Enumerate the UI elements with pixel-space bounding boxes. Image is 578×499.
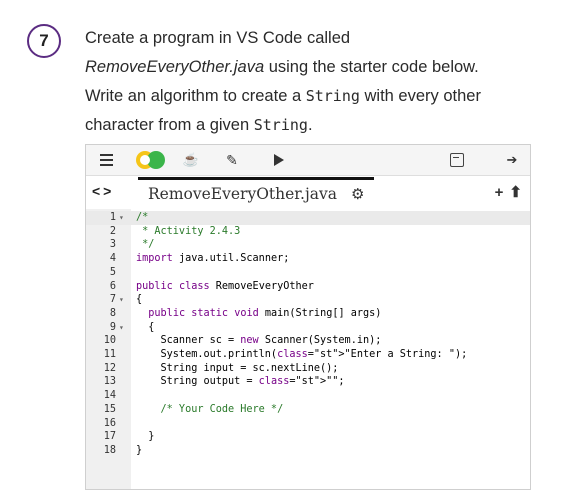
line-number: 9 — [109, 321, 116, 333]
code-text: import java.util.Scanner; — [136, 253, 290, 265]
line-number: 18 — [103, 444, 116, 456]
line-number: 2 — [109, 225, 116, 237]
code-line[interactable]: 2 * Activity 2.4.3 — [86, 225, 530, 239]
save-icon[interactable] — [448, 145, 466, 175]
instruction-line-1: Create a program in VS Code called — [85, 24, 555, 53]
code-line[interactable]: 11 System.out.println(class="st">"Enter … — [86, 348, 530, 362]
code-text: /* Your Code Here */ — [136, 403, 284, 415]
code-line[interactable]: 10 Scanner sc = new Scanner(System.in); — [86, 334, 530, 348]
instruction-text: with every other — [359, 87, 481, 105]
code-text: * Activity 2.4.3 — [136, 225, 241, 237]
code-line[interactable]: 12 String input = sc.nextLine(); — [86, 362, 530, 376]
line-number: 12 — [103, 362, 116, 374]
add-file-icon[interactable]: + — [495, 184, 504, 201]
line-number: 7 — [109, 294, 116, 306]
code-text: /* — [136, 212, 149, 223]
code-line[interactable]: 18} — [86, 444, 530, 458]
code-line[interactable]: 6 public class RemoveEveryOther — [86, 280, 530, 294]
line-number: 16 — [103, 417, 116, 429]
code-text: } — [136, 431, 155, 443]
java-icon[interactable]: ☕ — [183, 145, 199, 175]
code-line[interactable]: 14 — [86, 389, 530, 403]
code-line[interactable]: 8 public static void main(String[] args) — [86, 307, 530, 321]
fold-arrow-icon[interactable]: ▾ — [119, 211, 124, 225]
instruction-text: Write an algorithm to create a — [85, 87, 306, 105]
fold-arrow-icon[interactable]: ▾ — [119, 293, 124, 307]
code-term: String — [253, 116, 308, 134]
pencil-icon[interactable]: ✎ — [224, 145, 240, 175]
instruction-line-4: character from a given String. — [85, 111, 555, 140]
code-text: String output = class="st">""; — [136, 376, 345, 388]
code-text: Scanner sc = new Scanner(System.in); — [136, 335, 382, 347]
code-text: System.out.println(class="st">"Enter a S… — [136, 349, 468, 360]
code-line[interactable]: 16 — [86, 417, 530, 431]
fold-arrow-icon[interactable]: ▾ — [119, 321, 124, 335]
code-editor-widget: ☕ ✎ ➔ <> RemoveEveryOther.java ⚙ + ⬆ 1 ▾/*… — [85, 144, 531, 490]
code-line[interactable]: 17 } — [86, 430, 530, 444]
code-line[interactable]: 7 ▾ { — [86, 293, 530, 307]
code-text: */ — [136, 239, 155, 251]
line-number: 4 — [109, 253, 116, 265]
line-number: 8 — [109, 307, 116, 319]
upload-icon[interactable]: ⬆ — [509, 184, 522, 201]
code-line[interactable]: 3 */ — [86, 238, 530, 252]
editor-toolbar: ☕ ✎ ➔ — [86, 145, 530, 176]
file-name-text: RemoveEveryOther.java — [85, 58, 265, 76]
sign-in-icon[interactable]: ➔ — [503, 145, 521, 175]
gear-icon[interactable]: ⚙ — [351, 185, 364, 203]
instruction-text: using the starter code below. — [264, 58, 479, 76]
code-text: } — [136, 444, 143, 456]
file-tab-bar: <> RemoveEveryOther.java ⚙ + ⬆ — [86, 175, 530, 209]
line-number: 5 — [109, 266, 116, 278]
line-number: 14 — [103, 390, 116, 402]
code-line[interactable]: 1 ▾ /* — [86, 211, 530, 225]
code-line[interactable]: 15 /* Your Code Here */ — [86, 403, 530, 417]
step-number-badge: 7 — [27, 24, 61, 58]
instruction-text: Create a program in VS Code called — [85, 29, 351, 47]
tab-actions: + ⬆ — [489, 183, 522, 201]
code-nav-icon[interactable]: <> — [92, 183, 114, 199]
repl-logo-icon[interactable] — [136, 145, 170, 175]
line-number: 3 — [109, 239, 116, 251]
code-text: String input = sc.nextLine(); — [136, 362, 339, 374]
code-line[interactable]: 9 ▾ { — [86, 321, 530, 335]
line-number: 1 — [109, 212, 116, 223]
instructions-text: Create a program in VS Code called Remov… — [85, 24, 555, 140]
play-icon[interactable] — [272, 145, 286, 175]
file-tab[interactable]: RemoveEveryOther.java ⚙ — [138, 177, 374, 207]
hamburger-icon[interactable] — [98, 145, 114, 175]
instruction-line-2: RemoveEveryOther.java using the starter … — [85, 53, 555, 82]
line-number: 6 — [109, 280, 116, 292]
instruction-line-3: Write an algorithm to create a String wi… — [85, 82, 555, 111]
code-text: public class RemoveEveryOther — [136, 280, 314, 292]
code-line[interactable]: 4 import java.util.Scanner; — [86, 252, 530, 266]
line-number: 11 — [103, 349, 116, 360]
line-number: 13 — [103, 376, 116, 388]
code-line[interactable]: 13 String output = class="st">""; — [86, 375, 530, 389]
line-number: 15 — [103, 403, 116, 415]
code-text: { — [136, 321, 155, 333]
code-term: String — [305, 87, 360, 105]
instruction-text: character from a given — [85, 116, 254, 134]
file-tab-name: RemoveEveryOther.java — [148, 184, 337, 203]
instruction-text: . — [307, 116, 313, 134]
code-area[interactable]: 1 ▾/* 2 * Activity 2.4.3 3 */4 import java.u… — [86, 209, 530, 489]
code-text: public static void main(String[] args) — [148, 307, 382, 319]
line-number: 17 — [103, 431, 116, 443]
code-text: { — [136, 294, 143, 306]
step-number: 7 — [39, 31, 49, 50]
code-line[interactable]: 5 — [86, 266, 530, 280]
line-number: 10 — [103, 335, 116, 347]
